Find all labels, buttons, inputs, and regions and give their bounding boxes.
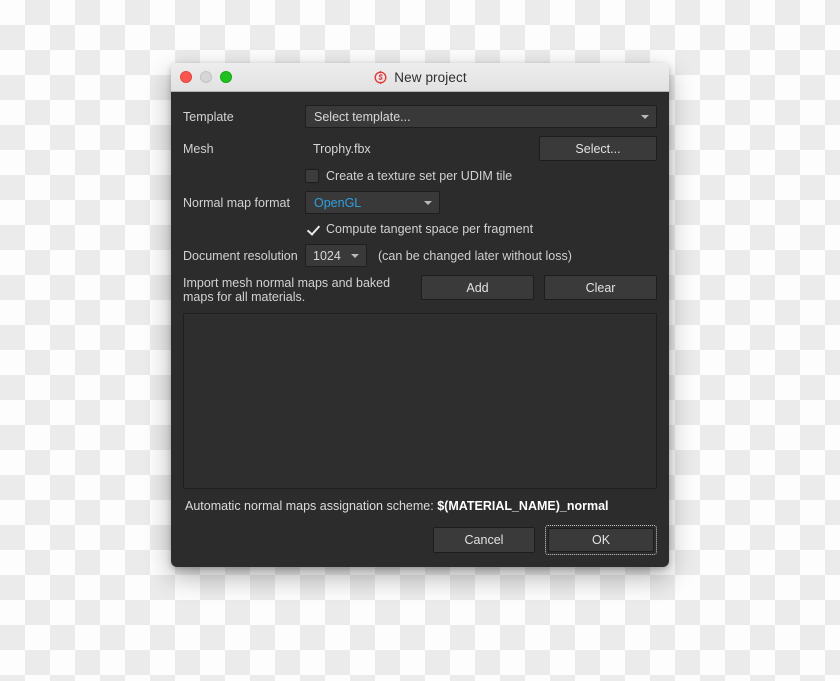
assignation-scheme-label: Automatic normal maps assignation scheme… xyxy=(185,499,434,513)
normal-map-format-select[interactable]: OpenGL xyxy=(305,191,440,214)
substance-painter-logo-icon xyxy=(374,70,387,84)
document-resolution-select[interactable]: 1024 xyxy=(305,244,367,267)
template-row: Template Select template... xyxy=(183,105,657,128)
imported-maps-list[interactable] xyxy=(183,313,657,489)
template-label: Template xyxy=(183,109,234,124)
close-window-button[interactable] xyxy=(180,71,192,83)
title-bar-center: New project xyxy=(171,70,669,85)
tangent-space-checkbox[interactable] xyxy=(305,222,319,236)
window-controls xyxy=(180,63,232,91)
chevron-down-icon xyxy=(424,200,432,205)
import-maps-row: Import mesh normal maps and baked maps f… xyxy=(183,275,657,304)
document-resolution-hint: (can be changed later without loss) xyxy=(378,248,572,263)
select-mesh-button[interactable]: Select... xyxy=(539,136,657,161)
template-select-value: Select template... xyxy=(314,109,411,124)
ok-button[interactable]: OK xyxy=(548,528,654,552)
chevron-down-icon xyxy=(351,253,359,258)
mesh-filename: Trophy.fbx xyxy=(313,141,371,156)
maximize-window-button[interactable] xyxy=(220,71,232,83)
minimize-window-button[interactable] xyxy=(200,71,212,83)
normal-map-format-value: OpenGL xyxy=(314,195,362,210)
new-project-dialog: New project Template Select template... … xyxy=(171,63,669,567)
cancel-button[interactable]: Cancel xyxy=(433,527,535,553)
clear-maps-button[interactable]: Clear xyxy=(544,275,657,300)
template-select[interactable]: Select template... xyxy=(305,105,657,128)
mesh-label: Mesh xyxy=(183,141,214,156)
chevron-down-icon xyxy=(641,114,649,119)
mesh-row: Mesh Trophy.fbx Select... xyxy=(183,136,657,161)
import-maps-description: Import mesh normal maps and baked maps f… xyxy=(183,276,391,304)
tangent-space-checkbox-label: Compute tangent space per fragment xyxy=(326,222,534,236)
document-resolution-value: 1024 xyxy=(313,248,341,263)
add-maps-button[interactable]: Add xyxy=(421,275,534,300)
dialog-body: Template Select template... Mesh Trophy.… xyxy=(171,92,669,567)
udim-checkbox-row: Create a texture set per UDIM tile xyxy=(183,169,657,183)
dialog-footer-buttons: Cancel OK xyxy=(183,525,657,567)
assignation-scheme-value: $(MATERIAL_NAME)_normal xyxy=(437,499,609,513)
document-resolution-row: Document resolution 1024 (can be changed… xyxy=(183,244,657,267)
assignation-scheme-line: Automatic normal maps assignation scheme… xyxy=(185,499,657,513)
udim-checkbox[interactable] xyxy=(305,169,319,183)
normal-map-format-label: Normal map format xyxy=(183,195,290,210)
udim-checkbox-label: Create a texture set per UDIM tile xyxy=(326,169,513,183)
window-title: New project xyxy=(394,69,467,85)
ok-button-focus-ring: OK xyxy=(545,525,657,555)
normal-map-format-row: Normal map format OpenGL xyxy=(183,191,657,214)
document-resolution-label: Document resolution xyxy=(183,248,298,263)
tangent-space-checkbox-row: Compute tangent space per fragment xyxy=(183,222,657,236)
title-bar: New project xyxy=(171,63,669,92)
